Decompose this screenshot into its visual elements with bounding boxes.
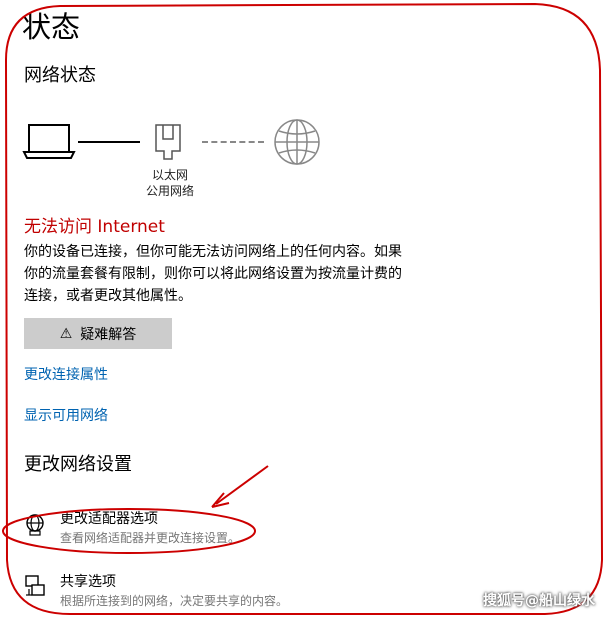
- adapter-icon: [26, 514, 44, 536]
- dashed-connection-line: [202, 141, 264, 143]
- network-profile: 公用网络: [145, 184, 194, 198]
- status-line: 你的流量套餐有限制，则你可以将此网络设置为按流量计费的: [24, 266, 402, 282]
- sharing-options-item[interactable]: 共享选项 根据所连接到的网络，决定要共享的内容。: [20, 571, 340, 611]
- network-status-heading: 网络状态: [24, 65, 96, 86]
- troubleshoot-button[interactable]: ⚠ 疑难解答: [24, 318, 172, 349]
- sharing-options-title: 共享选项: [60, 574, 116, 590]
- sharing-options-description: 根据所连接到的网络，决定要共享的内容。: [60, 594, 289, 608]
- laptop-icon: [22, 124, 76, 159]
- adapter-options-item[interactable]: 更改适配器选项 查看网络适配器并更改连接设置。: [20, 508, 320, 548]
- globe-icon: [274, 119, 320, 165]
- page-title: 状态: [22, 10, 81, 44]
- ethernet-icon: [155, 124, 181, 160]
- watermark: 搜狐号@船山绿水: [483, 593, 595, 609]
- adapter-options-title: 更改适配器选项: [60, 511, 158, 527]
- warning-icon: ⚠: [59, 325, 73, 342]
- show-available-networks-link[interactable]: 显示可用网络: [24, 406, 108, 426]
- status-line: 连接，或者更改其他属性。: [24, 288, 192, 304]
- connection-status: 无法访问 Internet: [24, 217, 165, 237]
- connection-line: [78, 141, 140, 143]
- arrow-annotation: [215, 465, 269, 505]
- change-settings-heading: 更改网络设置: [24, 454, 132, 475]
- status-line: 你的设备已连接，但你可能无法访问网络上的任何内容。如果: [24, 244, 402, 260]
- adapter-options-description: 查看网络适配器并更改连接设置。: [60, 531, 241, 545]
- troubleshoot-label: 疑难解答: [80, 326, 137, 343]
- sharing-icon: [25, 575, 45, 596]
- change-connection-properties-link[interactable]: 更改连接属性: [24, 365, 108, 385]
- arrow-head-annotation: [211, 492, 230, 508]
- adapter-name: 以太网: [151, 168, 188, 182]
- network-diagram: 以太网 公用网络: [22, 115, 342, 205]
- status-description: 你的设备已连接，但你可能无法访问网络上的任何内容。如果 你的流量套餐有限制，则你…: [24, 241, 444, 307]
